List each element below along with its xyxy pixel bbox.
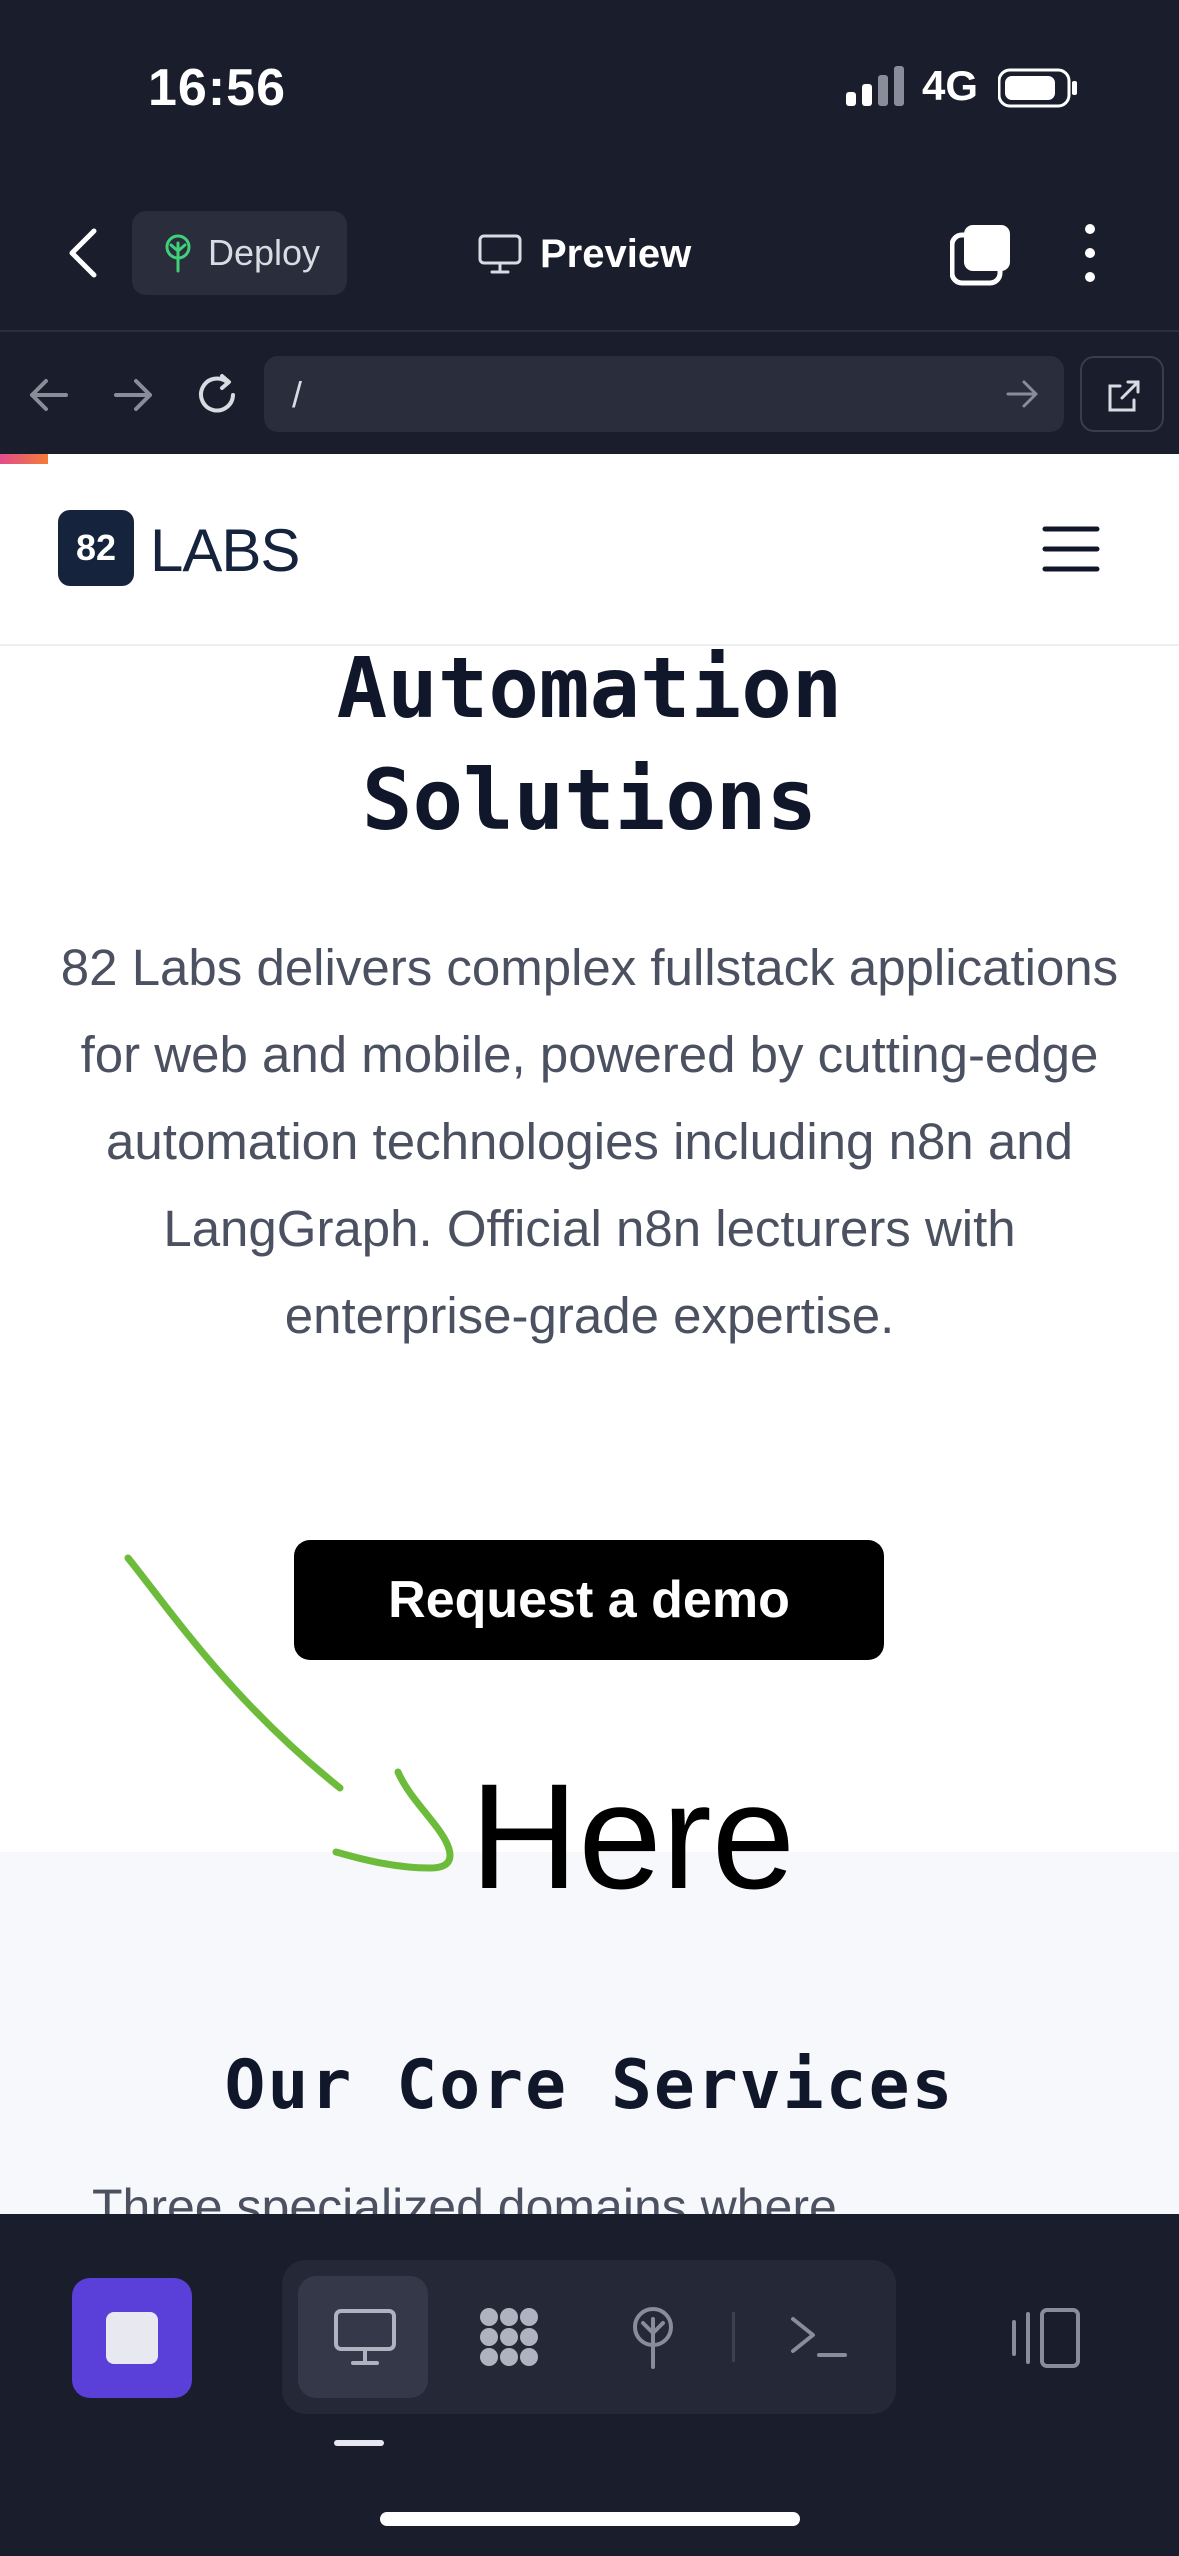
open-external-button[interactable] [1080,356,1164,432]
deploy-tree-icon [633,2307,673,2369]
site-header: 82 LABS [0,454,1179,646]
status-bar: 16:56 4G [0,0,1179,175]
go-arrow-icon[interactable] [1002,374,1042,414]
phone-screen: 16:56 4G Deploy Preview / 82 LABS Automa… [0,0,1179,2556]
tool-preview[interactable] [298,2276,428,2398]
battery-icon [998,68,1077,108]
stop-button[interactable] [72,2278,192,2398]
active-tab-indicator [334,2440,384,2446]
status-time: 16:56 [148,59,286,117]
stop-icon [106,2312,158,2364]
url-field[interactable]: / [264,356,1064,432]
back-chevron-icon[interactable] [60,225,110,281]
preview-tab[interactable]: Preview [478,219,691,289]
hero-title: Automation Solutions [0,632,1179,856]
tool-workflow[interactable] [442,2276,572,2398]
sidebar-toggle-icon[interactable] [1008,2306,1082,2370]
annotation-text: Here [470,1752,796,1920]
arrow-left-icon[interactable] [24,370,74,420]
home-indicator[interactable] [380,2512,800,2526]
tabs-icon[interactable] [950,223,1014,287]
sprout-icon [165,234,191,273]
logo-word[interactable]: LABS [150,516,300,585]
monitor-icon [478,234,522,274]
external-link-icon [1108,380,1140,412]
tool-divider [732,2312,735,2362]
preview-label: Preview [540,231,692,276]
deploy-label: Deploy [208,232,321,273]
terminal-icon [791,2317,847,2357]
reload-icon[interactable] [192,370,242,420]
hero-title-line2: Solutions [361,751,818,849]
tool-deploy[interactable] [586,2276,716,2398]
grid-dots-icon [480,2308,538,2366]
arrow-right-icon[interactable] [108,370,158,420]
browser-bar: / [0,330,1179,454]
bottom-bar [0,2214,1179,2556]
hero-description: 82 Labs delivers complex fullstack appli… [60,939,1119,1344]
services-intro: Three specialized domains where [92,2179,837,2214]
menu-icon[interactable] [1042,524,1100,574]
annotation-arrow-icon [124,1554,454,1872]
logo-badge[interactable]: 82 [58,510,134,586]
url-text: / [292,374,303,415]
app-toolbar: Deploy Preview [0,175,1179,330]
accent-strip [0,454,48,464]
deploy-button[interactable]: Deploy [132,211,347,295]
signal-icon [846,66,904,106]
hero-title-line1: Automation [336,639,843,737]
tool-terminal[interactable] [752,2276,882,2398]
more-vertical-icon[interactable] [1070,221,1110,285]
tool-switcher [282,2260,896,2414]
monitor-icon [334,2309,396,2365]
webview: 82 LABS Automation Solutions 82 Labs del… [0,454,1179,2214]
services-title: Our Core Services [224,2046,955,2125]
network-label: 4G [922,62,979,109]
